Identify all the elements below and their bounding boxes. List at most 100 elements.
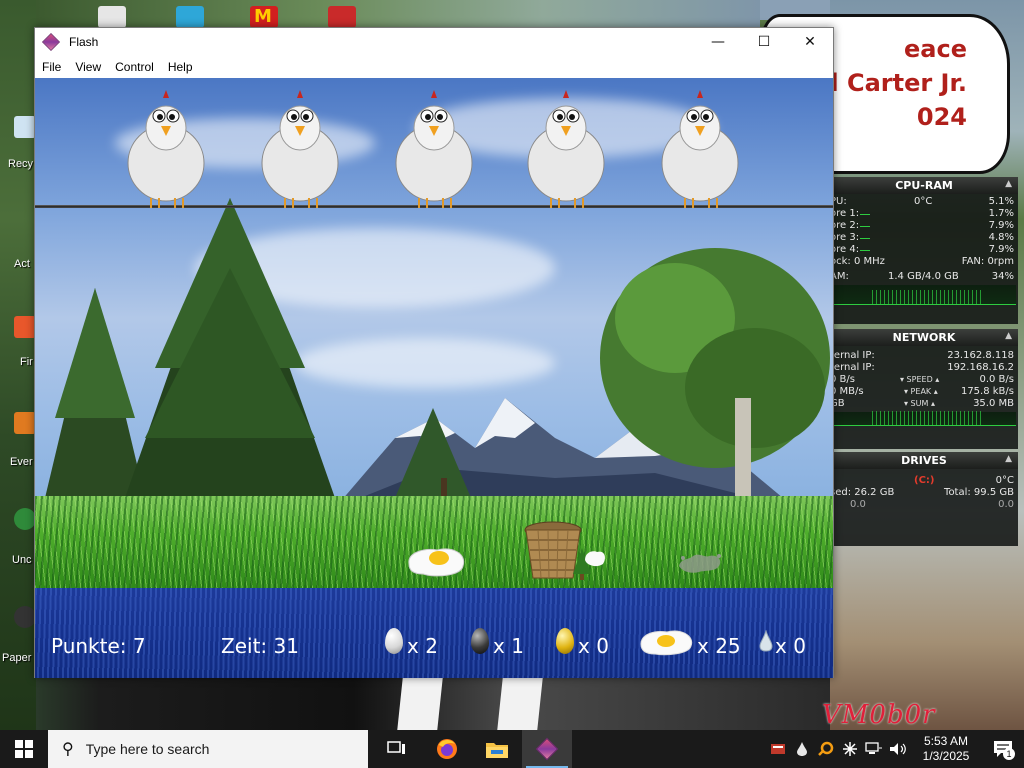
gadget-row: ore 3: 4.8%	[830, 232, 1018, 244]
desktop-shortcut-icon[interactable]	[14, 412, 36, 434]
row-value: 0.0 B/s	[979, 374, 1014, 385]
flash-taskbar-button[interactable]	[522, 730, 572, 768]
desktop-icon-label: Ever	[10, 456, 33, 468]
gadget-row: ore 4: 7.9%	[830, 244, 1018, 256]
desktop-icon[interactable]	[98, 6, 126, 28]
score-label: Punkte: 7	[51, 634, 146, 658]
network-gadget[interactable]: NETWORK ▲ ternal IP: 23.162.8.118 ternal…	[830, 329, 1018, 449]
desktop-shortcut-icon[interactable]	[14, 606, 36, 628]
row-value: 175.8 kB/s	[960, 386, 1014, 397]
volume-tray-icon[interactable]	[886, 730, 910, 768]
row-value: 4.8%	[988, 232, 1014, 243]
title-bar[interactable]: Flash — ☐ ✕	[35, 28, 833, 56]
gadget-header: DRIVES ▲	[830, 452, 1018, 469]
wallpaper-watermark: VM0b0r	[822, 700, 936, 730]
network-tray-icon[interactable]	[862, 730, 886, 768]
window-controls: — ☐ ✕	[695, 28, 833, 56]
menu-view[interactable]: View	[68, 56, 108, 78]
drives-gadget[interactable]: DRIVES ▲ (C:) 0°C sed: 26.2 GB Total: 99…	[830, 452, 1018, 546]
row-value: 0.0	[998, 499, 1014, 510]
white-egg-icon	[385, 628, 403, 654]
gadget-title: CPU-RAM	[895, 179, 953, 192]
bubble-line: 024	[916, 103, 967, 131]
firefox-icon	[437, 739, 457, 759]
gadget-row: ock: 0 MHz FAN: 0rpm	[830, 256, 1018, 268]
taskbar-search-box[interactable]: ⚲ Type here to search	[48, 730, 368, 768]
chicken	[527, 90, 605, 208]
collapse-icon[interactable]: ▲	[1005, 179, 1012, 189]
fried-egg-icon	[640, 630, 693, 656]
row-value: Total: 99.5 GB	[944, 487, 1014, 498]
row-value: 5.1%	[988, 196, 1014, 207]
row-label: ternal IP:	[830, 362, 875, 373]
chicken	[395, 90, 473, 208]
row-value: 7.9%	[988, 244, 1014, 255]
row-middle: 1.4 GB/4.0 GB	[888, 271, 959, 282]
gadget-header: NETWORK ▲	[830, 329, 1018, 346]
menu-file[interactable]: File	[35, 56, 68, 78]
usage-bar	[860, 214, 870, 215]
notification-center-button[interactable]: 1	[982, 730, 1024, 768]
water-drop-tray-icon[interactable]	[790, 730, 814, 768]
minimize-button[interactable]: —	[695, 28, 741, 56]
row-middle: 0°C	[914, 196, 933, 207]
gadget-row: ternal IP: 192.168.16.2	[830, 362, 1018, 374]
desktop-icon-label: Paper	[2, 652, 32, 664]
desktop-shortcut-icon[interactable]	[14, 508, 36, 530]
tray-app-icon[interactable]	[766, 730, 790, 768]
fried-egg-on-ground	[408, 548, 465, 577]
maximize-button[interactable]: ☐	[741, 28, 787, 56]
cpu-ram-gadget[interactable]: CPU-RAM ▲ PU: 0°C 5.1% ore 1: 1.7% ore 2…	[830, 177, 1018, 324]
clock-date: 1/3/2025	[922, 749, 970, 763]
time-label: Zeit: 31	[221, 634, 299, 658]
row-value: FAN: 0rpm	[961, 256, 1014, 267]
menu-control[interactable]: Control	[108, 56, 161, 78]
firefox-desktop-icon[interactable]	[14, 316, 36, 338]
windows-logo-icon	[15, 740, 33, 758]
search-tray-icon[interactable]	[814, 730, 838, 768]
search-placeholder: Type here to search	[85, 741, 210, 757]
row-label: ternal IP:	[830, 350, 875, 361]
row-label: ore 2:	[830, 220, 860, 231]
task-view-button[interactable]	[372, 730, 422, 768]
game-stage[interactable]: Punkte: 7 Zeit: 31 x 2 x 1 x 0 x 25 x 0	[35, 78, 833, 678]
collapse-icon[interactable]: ▲	[1005, 454, 1012, 464]
row-value: 35.0 MB	[973, 398, 1014, 409]
folder-icon	[486, 743, 508, 758]
row-value: 7.9%	[988, 220, 1014, 231]
menu-help[interactable]: Help	[161, 56, 200, 78]
row-label: sed: 26.2 GB	[830, 487, 895, 498]
row-value: 1.7%	[988, 208, 1014, 219]
collapse-icon[interactable]: ▲	[1005, 331, 1012, 341]
gadget-row: 0.0 0.0	[830, 499, 1018, 511]
taskbar-clock[interactable]: 5:53 AM 1/3/2025	[910, 734, 982, 764]
row-value: 23.162.8.118	[947, 350, 1014, 361]
firefox-taskbar-button[interactable]	[422, 730, 472, 768]
bubble-line: eace	[904, 35, 967, 63]
gadget-row: (C:) 0°C	[830, 475, 1018, 487]
gadget-row: 0 MB/s ▾ PEAK ▴ 175.8 kB/s	[830, 386, 1018, 398]
brightness-tray-icon[interactable]	[838, 730, 862, 768]
mcdonalds-icon[interactable]: M	[250, 6, 278, 28]
chicken	[261, 90, 339, 208]
desktop-stripe	[397, 678, 443, 730]
row-label: 0.0	[850, 499, 866, 510]
system-tray: 5:53 AM 1/3/2025 1	[766, 730, 1024, 768]
bubble-line: rl Carter Jr.	[818, 69, 967, 97]
black-egg-icon	[471, 628, 489, 654]
fried-egg-count: x 25	[697, 634, 741, 658]
file-explorer-taskbar-button[interactable]	[472, 730, 522, 768]
desktop-icon[interactable]	[176, 6, 204, 28]
row-middle: ▾ PEAK ▴	[904, 387, 938, 396]
start-button[interactable]	[0, 730, 48, 768]
flash-player-window[interactable]: Flash — ☐ ✕ File View Control Help Punkt…	[34, 27, 834, 678]
water-drop-count: x 0	[775, 634, 806, 658]
network-usage-graph	[832, 411, 1016, 426]
usage-bar	[860, 250, 870, 251]
recycle-bin-icon[interactable]	[14, 116, 36, 138]
row-label: 0 MB/s	[830, 386, 864, 397]
row-value: 34%	[991, 271, 1014, 282]
close-button[interactable]: ✕	[787, 28, 833, 56]
gadget-row: ternal IP: 23.162.8.118	[830, 350, 1018, 362]
desktop-icon[interactable]	[328, 6, 356, 28]
